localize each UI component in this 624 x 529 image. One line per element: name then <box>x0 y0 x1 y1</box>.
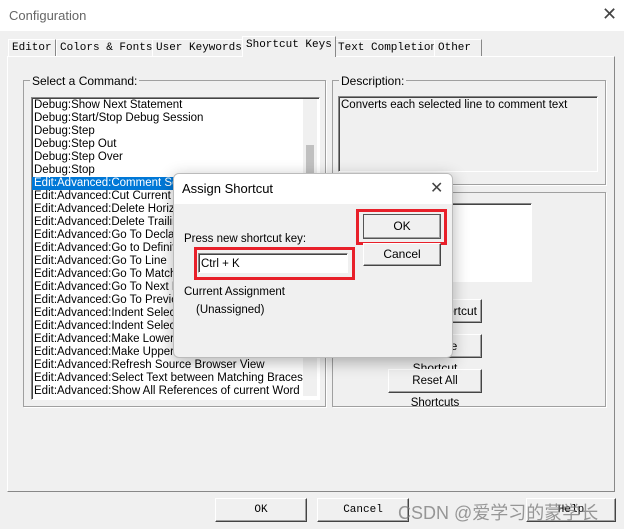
tab-other[interactable]: Other <box>434 39 482 57</box>
command-list-item[interactable]: Debug:Step Out <box>32 138 319 151</box>
command-list-item[interactable]: Debug:Step Over <box>32 151 319 164</box>
close-icon[interactable]: ✕ <box>602 4 617 25</box>
cancel-button[interactable]: Cancel <box>317 498 409 522</box>
command-list-item[interactable]: Edit:Advanced:Show All References of cur… <box>32 385 319 398</box>
ok-button[interactable]: OK <box>215 498 307 522</box>
tab-editor[interactable]: Editor <box>8 39 56 57</box>
dialog-cancel-button[interactable]: Cancel <box>363 243 441 266</box>
tab-shortcut-keys[interactable]: Shortcut Keys <box>242 36 336 57</box>
command-label: Select a Command: <box>30 74 140 88</box>
command-list-item[interactable]: Debug:Start/Stop Debug Session <box>32 112 319 125</box>
reset-all-shortcuts-button[interactable]: Reset All Shortcuts <box>388 369 482 409</box>
command-list-item[interactable]: Edit:Advanced:Select Text between Matchi… <box>32 372 319 385</box>
window-title: Configuration <box>9 8 87 23</box>
shortcut-key-input[interactable]: Ctrl + K <box>198 253 348 273</box>
scrollbar-thumb[interactable] <box>306 145 314 175</box>
tab-text-completion[interactable]: Text Completion <box>334 39 442 57</box>
command-list-item[interactable]: Edit:Advanced:Refresh Source Browser Vie… <box>32 359 319 372</box>
command-list-item[interactable]: Debug:Step <box>32 125 319 138</box>
watermark: CSDN @爱学习的蒙学长 <box>398 503 599 523</box>
dialog-close-icon[interactable]: ✕ <box>430 178 443 198</box>
description-label: Description: <box>339 74 407 88</box>
shortcut-prompt-label: Press new shortcut key: <box>184 233 307 245</box>
assign-shortcut-dialog: Assign Shortcut ✕ OK Cancel Press new sh… <box>173 173 453 358</box>
title-bar <box>0 0 624 31</box>
description-text: Converts each selected line to comment t… <box>338 96 598 172</box>
tab-user-keywords[interactable]: User Keywords <box>152 39 246 57</box>
current-assignment-value: (Unassigned) <box>196 304 265 316</box>
command-list-item[interactable]: Debug:Show Next Statement <box>32 99 319 112</box>
dialog-ok-button[interactable]: OK <box>363 214 441 239</box>
dialog-title: Assign Shortcut <box>182 181 274 196</box>
tab-colors-fonts[interactable]: Colors & Fonts <box>56 39 157 57</box>
current-assignment-label: Current Assignment <box>184 286 285 298</box>
